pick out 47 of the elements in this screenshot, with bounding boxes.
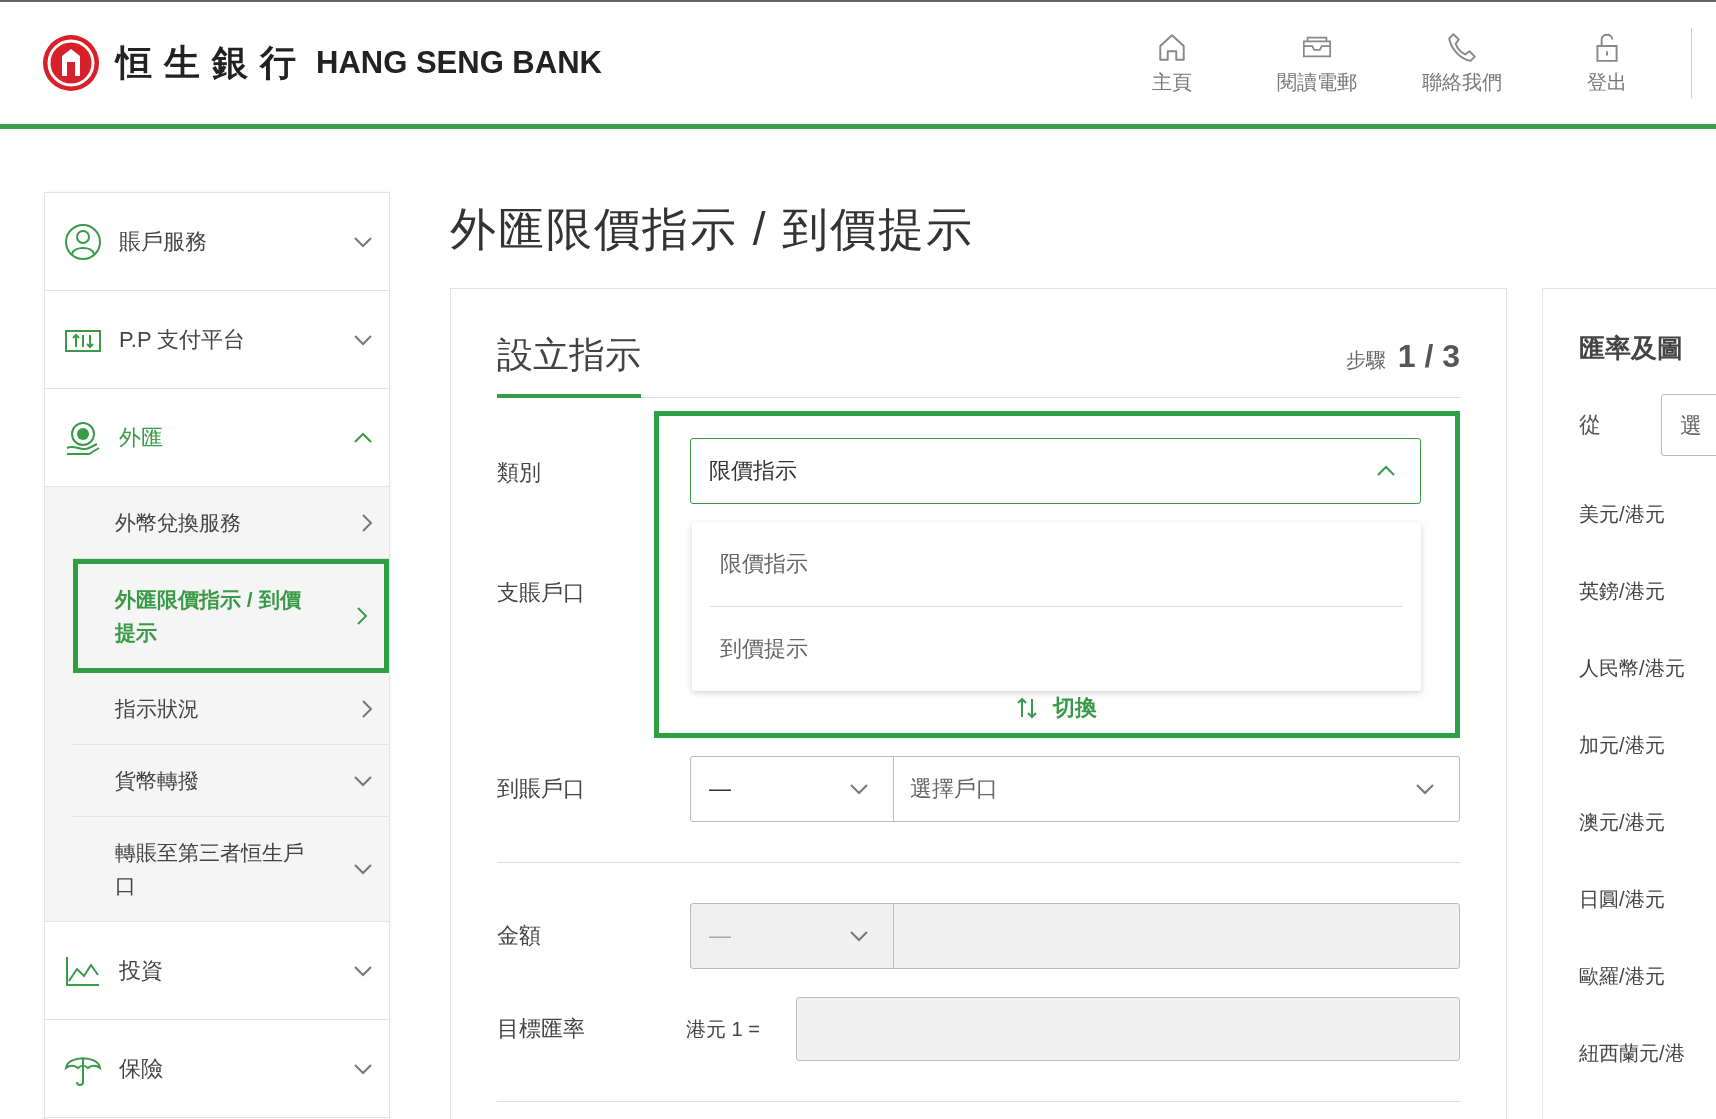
sidebar-subitem[interactable]: 貨幣轉撥 [73, 745, 389, 817]
bank-logo-icon [42, 34, 100, 92]
sidebar-item[interactable]: 投資 [45, 922, 389, 1020]
person-icon [63, 221, 103, 262]
currency-select[interactable]: 選 [1661, 394, 1716, 456]
step-counter: 1 / 3 [1397, 338, 1460, 375]
nav-link[interactable]: 閱讀電郵 [1244, 30, 1389, 96]
sidebar-subitem[interactable]: 外匯限價指示 / 到價提示 [73, 559, 389, 673]
sidebar-subitem[interactable]: 指示狀況 [73, 673, 389, 745]
chevron-right-icon [356, 606, 368, 626]
sidebar-item[interactable]: 賬戶服務 [45, 193, 389, 291]
rate-prefix: 港元 1 = [686, 1016, 761, 1042]
currency-pair: 人民幣/港元 [1579, 656, 1685, 681]
nav-link[interactable]: 登出 [1534, 30, 1679, 96]
dropdown-option[interactable]: 限價指示 [710, 522, 1403, 607]
page-title: 外匯限價指示 / 到價提示 [450, 202, 976, 257]
currency-pair: 日圓/港元 [1579, 887, 1665, 912]
bank-name: 恒生銀行 [116, 41, 308, 85]
field-label: 到賬戶口 [497, 775, 586, 803]
chevron-right-icon [361, 698, 373, 719]
field-label: 支賬戶口 [497, 579, 586, 607]
nav-link[interactable]: 聯絡我們 [1389, 30, 1534, 96]
dropdown-option[interactable]: 到價提示 [710, 607, 1403, 691]
currency-pair: 英鎊/港元 [1579, 579, 1665, 604]
currency-pair: 加元/港元 [1579, 733, 1665, 758]
field-label: 目標匯率 [497, 1015, 586, 1043]
currency-pair: 美元/港元 [1579, 502, 1665, 527]
currency-pair: 歐羅/港元 [1579, 964, 1665, 989]
chevron-down-icon [353, 863, 373, 875]
field-label: 金額 [497, 922, 542, 950]
sidebar-item[interactable]: 保險 [45, 1020, 389, 1118]
field-label: 類別 [497, 459, 542, 487]
sidebar-subitem[interactable]: 轉賬至第三者恒生戶口 [73, 817, 389, 921]
sidebar-item[interactable]: P.P 支付平台 [45, 291, 389, 389]
phone-icon [1445, 30, 1478, 63]
chevron-right-icon [361, 512, 373, 533]
step-label: 步驟 [1345, 348, 1386, 373]
field-label: 從 [1579, 411, 1602, 439]
currency-pair: 澳元/港元 [1579, 810, 1665, 835]
bank-name-english: HANG SENG BANK [316, 45, 602, 81]
sidebar-subitem[interactable]: 外幣兌換服務 [73, 487, 389, 559]
swap-link[interactable]: 切換 [690, 693, 1421, 723]
nav-link[interactable]: 主頁 [1099, 30, 1244, 96]
panel-title: 匯率及圖 [1579, 332, 1684, 365]
chevron-down-icon [353, 774, 373, 787]
currency-pair: 紐西蘭元/港 [1579, 1041, 1685, 1066]
type-select[interactable]: 限價指示 [690, 438, 1421, 504]
